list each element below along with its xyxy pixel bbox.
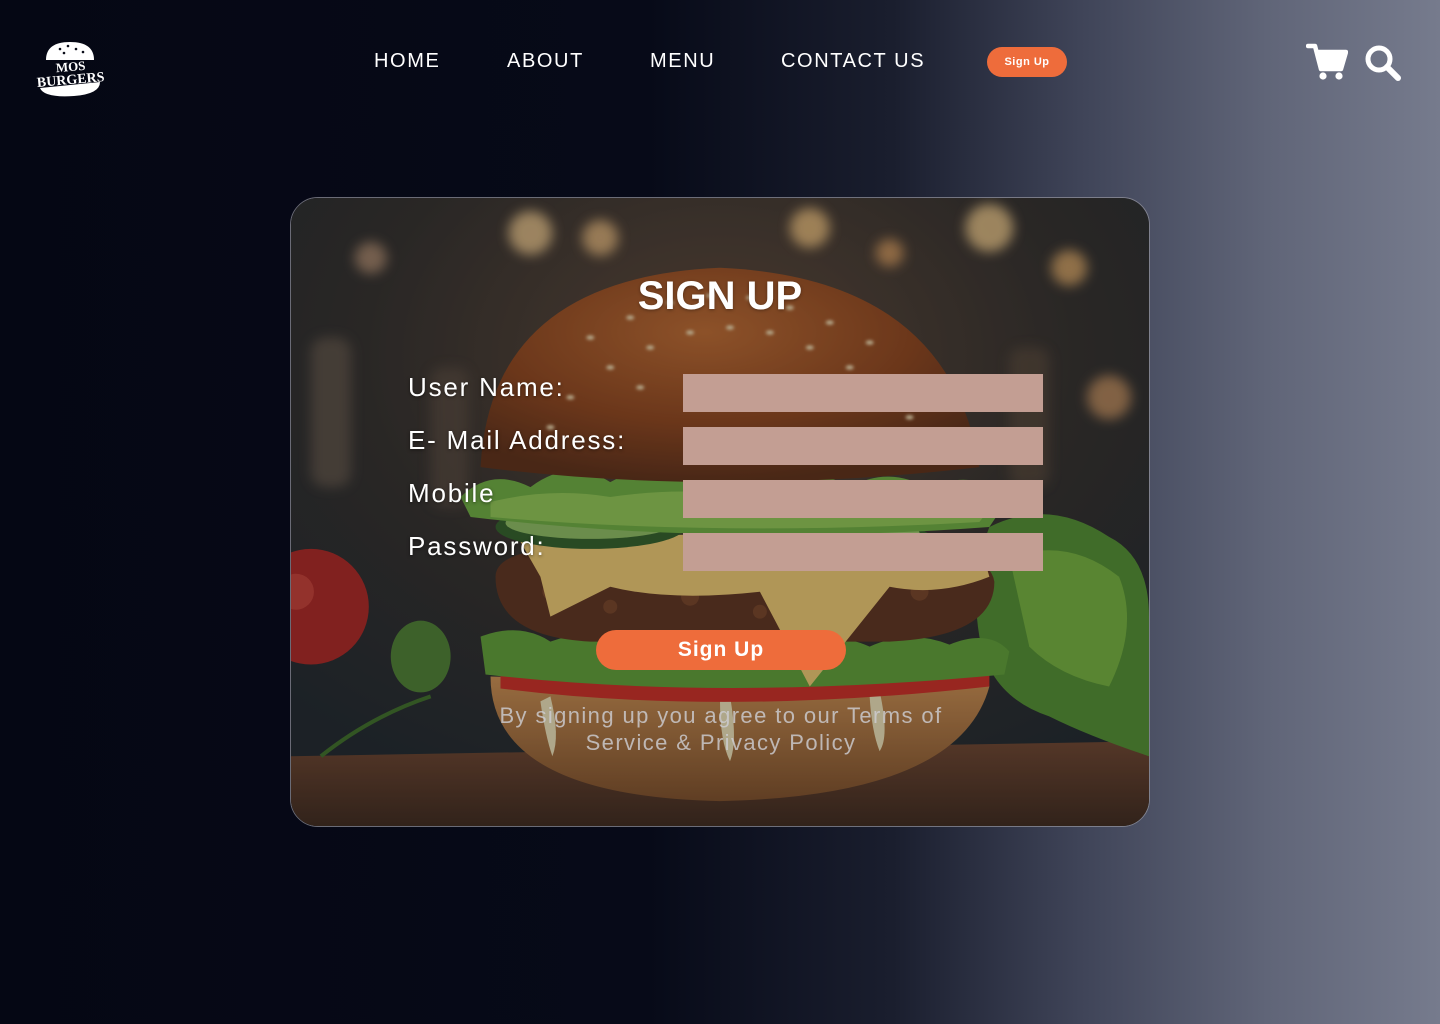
header-signup-button[interactable]: Sign Up (987, 47, 1067, 77)
search-button[interactable] (1363, 44, 1403, 82)
signup-submit-button[interactable]: Sign Up (596, 630, 846, 670)
terms-notice: By signing up you agree to our Terms of … (471, 702, 971, 756)
mobile-input[interactable] (683, 480, 1043, 518)
email-label: E- Mail Address: (408, 425, 627, 455)
signup-card: SIGN UP User Name: E- Mail Address: Mobi… (290, 197, 1150, 827)
username-input[interactable] (683, 374, 1043, 412)
cart-button[interactable] (1305, 42, 1349, 82)
main-nav: HOME ABOUT MENU CONTACT US Sign Up (0, 47, 1440, 77)
nav-about-link[interactable]: ABOUT (507, 50, 584, 73)
terms-line-2[interactable]: Service & Privacy Policy (586, 730, 857, 755)
password-label: Password: (408, 531, 546, 561)
email-input[interactable] (683, 427, 1043, 465)
signup-title: SIGN UP (637, 274, 803, 318)
username-label: User Name: (408, 372, 565, 402)
nav-contact-link[interactable]: CONTACT US (781, 50, 925, 73)
nav-menu-link[interactable]: MENU (650, 50, 715, 73)
password-input[interactable] (683, 533, 1043, 571)
nav-home-link[interactable]: HOME (374, 50, 440, 73)
mobile-label: Mobile (408, 478, 496, 508)
search-icon (1365, 45, 1401, 81)
terms-line-1: By signing up you agree to our Terms of (499, 703, 943, 728)
cart-icon (1305, 43, 1349, 80)
